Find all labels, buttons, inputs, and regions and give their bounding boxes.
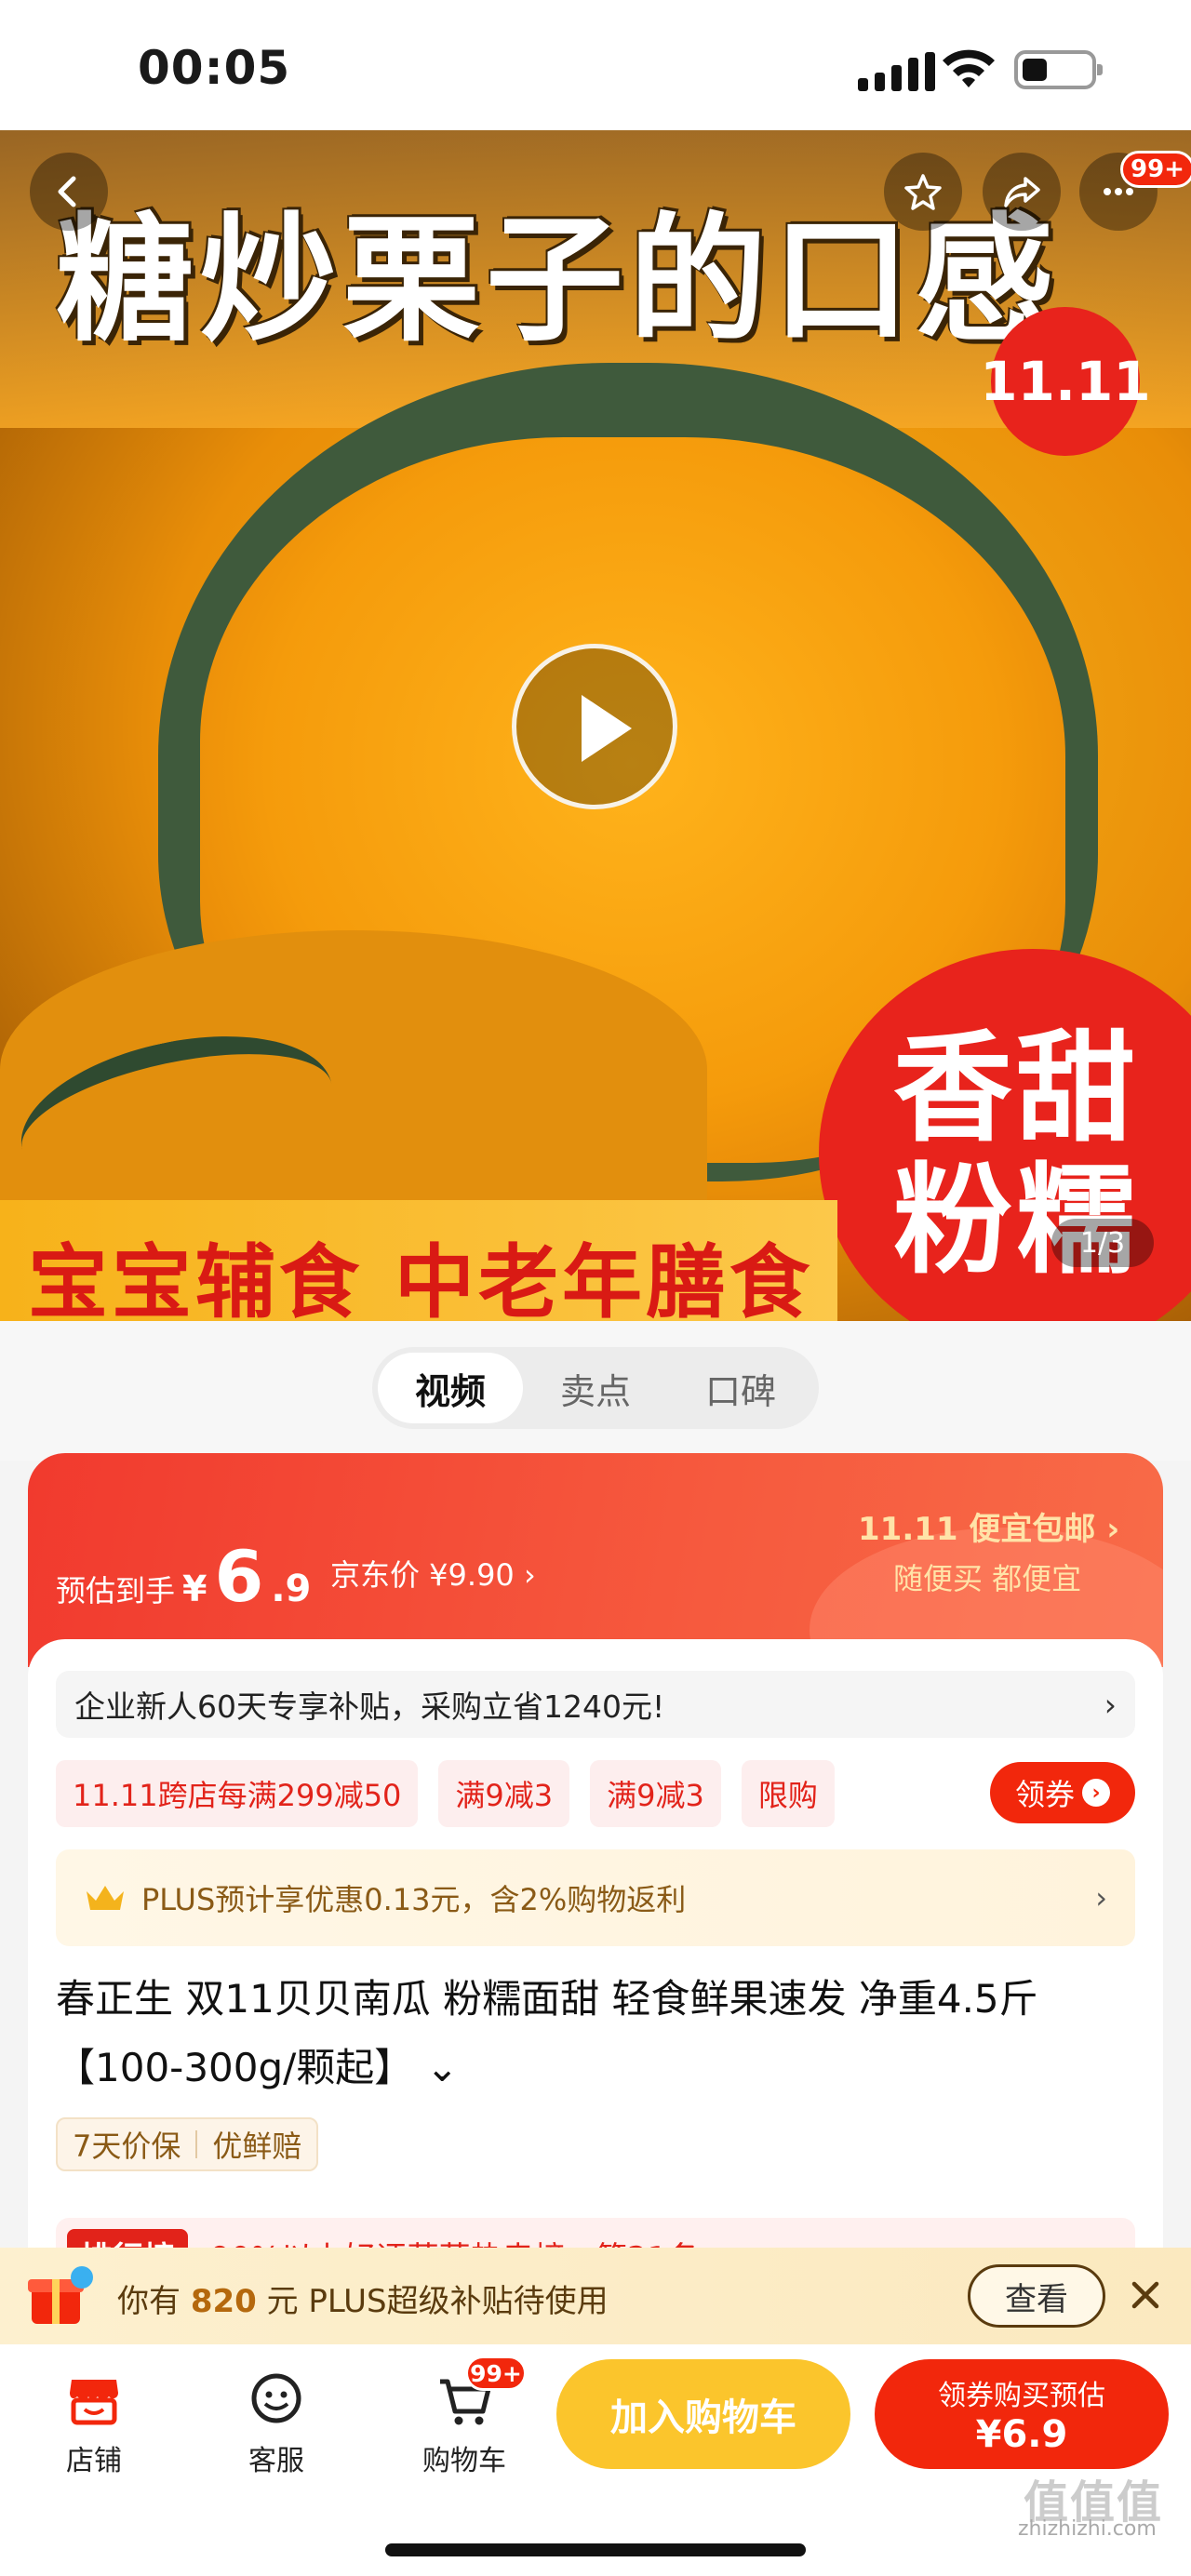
coupon-chip[interactable]: 满9减3 [438, 1760, 570, 1827]
cart-count-badge: 99+ [465, 2356, 527, 2391]
plus-subsidy-prefix: 你有 [117, 2283, 181, 2320]
estimated-price: 预估到手 ¥6.9 [56, 1535, 311, 1618]
watermark-site: zhizhizhi.com [1018, 2517, 1157, 2541]
view-button[interactable]: 查看 [968, 2264, 1105, 2328]
est-int: 6 [214, 1535, 264, 1618]
service-button[interactable]: 客服 [225, 2370, 328, 2478]
tab-video[interactable]: 视频 [378, 1353, 523, 1423]
customer-service-icon [251, 2373, 301, 2423]
hero-banner-text: 宝宝辅食 中老年膳食 [28, 1236, 813, 1321]
status-time: 00:05 [138, 41, 291, 95]
favorite-button[interactable] [884, 153, 962, 231]
get-coupon-label: 领券 [1014, 1777, 1075, 1812]
promo-subtitle: 随便买 都便宜 [893, 1561, 1082, 1596]
star-icon [904, 174, 942, 210]
promo-free-shipping[interactable]: 11.11 便宜包邮 › [858, 1503, 1119, 1549]
home-indicator[interactable] [385, 2543, 806, 2556]
status-bar: 00:05 [0, 0, 1191, 130]
guarantee-tags[interactable]: 7天价保 优鲜赔 [56, 2117, 319, 2171]
est-label: 预估到手 [56, 1573, 176, 1608]
double-eleven-badge: 11.11 [980, 307, 1151, 456]
gift-icon [28, 2266, 93, 2324]
coupon-chips: 11.11跨店每满299减50 满9减3 满9减3 限购 [56, 1760, 835, 1827]
tab-reviews[interactable]: 口碑 [668, 1353, 813, 1423]
est-currency: ¥ [182, 1568, 207, 1609]
signal-icon [858, 52, 935, 91]
product-info: 企业新人60天专享补贴，采购立省1240元! › 11.11跨店每满299减50… [28, 1639, 1163, 2346]
share-icon [1004, 177, 1040, 207]
message-badge: 99+ [1120, 151, 1191, 188]
store-icon [70, 2380, 118, 2425]
store-button[interactable]: 店铺 [43, 2370, 145, 2478]
buy-now-label: 领券购买预估 [938, 2380, 1105, 2412]
product-media[interactable]: 糖炒栗子的口感 11.11 香甜粉糯 宝宝辅食 中老年膳食 1/3 [0, 130, 1191, 1321]
guarantee-fresh: 优鲜赔 [212, 2129, 302, 2164]
service-label: 客服 [248, 2445, 304, 2477]
back-button[interactable] [30, 153, 108, 231]
plus-subsidy-banner: 你有 820 元 PLUS超级补贴待使用 查看 [0, 2248, 1191, 2344]
store-label: 店铺 [66, 2445, 122, 2477]
plus-subsidy-amount: 820 [190, 2283, 257, 2320]
product-page: 00:05 糖炒栗子的口感 11.11 香甜粉糯 宝宝辅食 中老年膳食 1/3 [0, 0, 1191, 2576]
get-coupon-button[interactable]: 领券 › [990, 1762, 1135, 1823]
share-button[interactable] [983, 153, 1061, 231]
media-tabs-bar: 视频 卖点 口碑 [0, 1321, 1191, 1461]
battery-icon [1014, 50, 1103, 89]
wifi-icon [943, 49, 995, 87]
chevron-right-icon: › [1095, 1880, 1107, 1915]
product-title[interactable]: 春正生 双11贝贝南瓜 粉糯面甜 轻食鲜果速发 净重4.5斤【100-300g/… [56, 1965, 1135, 2102]
image-counter: 1/3 [1051, 1219, 1154, 1267]
cart-label: 购物车 [422, 2445, 506, 2477]
close-icon[interactable] [1122, 2272, 1169, 2318]
chevron-right-icon: › [1104, 1686, 1117, 1723]
coupon-chip[interactable]: 11.11跨店每满299减50 [56, 1760, 419, 1827]
tab-selling-points[interactable]: 卖点 [523, 1353, 668, 1423]
back-icon [58, 176, 76, 207]
guarantee-price-protection: 7天价保 [73, 2129, 181, 2164]
enterprise-notice[interactable]: 企业新人60天专享补贴，采购立省1240元! › [56, 1671, 1135, 1738]
notice-text: 企业新人60天专享补贴，采购立省1240元! [74, 1688, 665, 1725]
plus-subsidy-text: 你有 820 元 PLUS超级补贴待使用 [117, 2276, 609, 2321]
buy-now-price: ¥6.9 [975, 2413, 1068, 2456]
plus-discount-row[interactable]: PLUS预计享优惠0.13元，含2%购物返利 › [56, 1849, 1135, 1946]
media-tabs: 视频 卖点 口碑 [372, 1347, 819, 1429]
coupon-chip[interactable]: 满9减3 [590, 1760, 721, 1827]
price-card: 预估到手 ¥6.9 京东价 ¥9.90 › 11.11 便宜包邮 › 随便买 都… [28, 1453, 1163, 1667]
plus-discount-text: PLUS预计享优惠0.13元，含2%购物返利 [141, 1882, 687, 1917]
buy-now-button[interactable]: 领券购买预估 ¥6.9 [875, 2359, 1169, 2469]
jd-price-link[interactable]: 京东价 ¥9.90 › [330, 1552, 536, 1595]
est-dec: .9 [271, 1568, 312, 1610]
chevron-right-icon: › [1082, 1779, 1110, 1807]
play-icon[interactable] [512, 644, 677, 809]
plus-subsidy-suffix: 元 PLUS超级补贴待使用 [266, 2283, 609, 2320]
coupon-chip[interactable]: 限购 [741, 1760, 835, 1827]
bottom-action-bar: 店铺 客服 购物车 99+ 加入购物车 领券购买预估 ¥6.9 [0, 2344, 1191, 2576]
crown-icon [87, 1886, 124, 1910]
add-to-cart-button[interactable]: 加入购物车 [556, 2359, 850, 2469]
